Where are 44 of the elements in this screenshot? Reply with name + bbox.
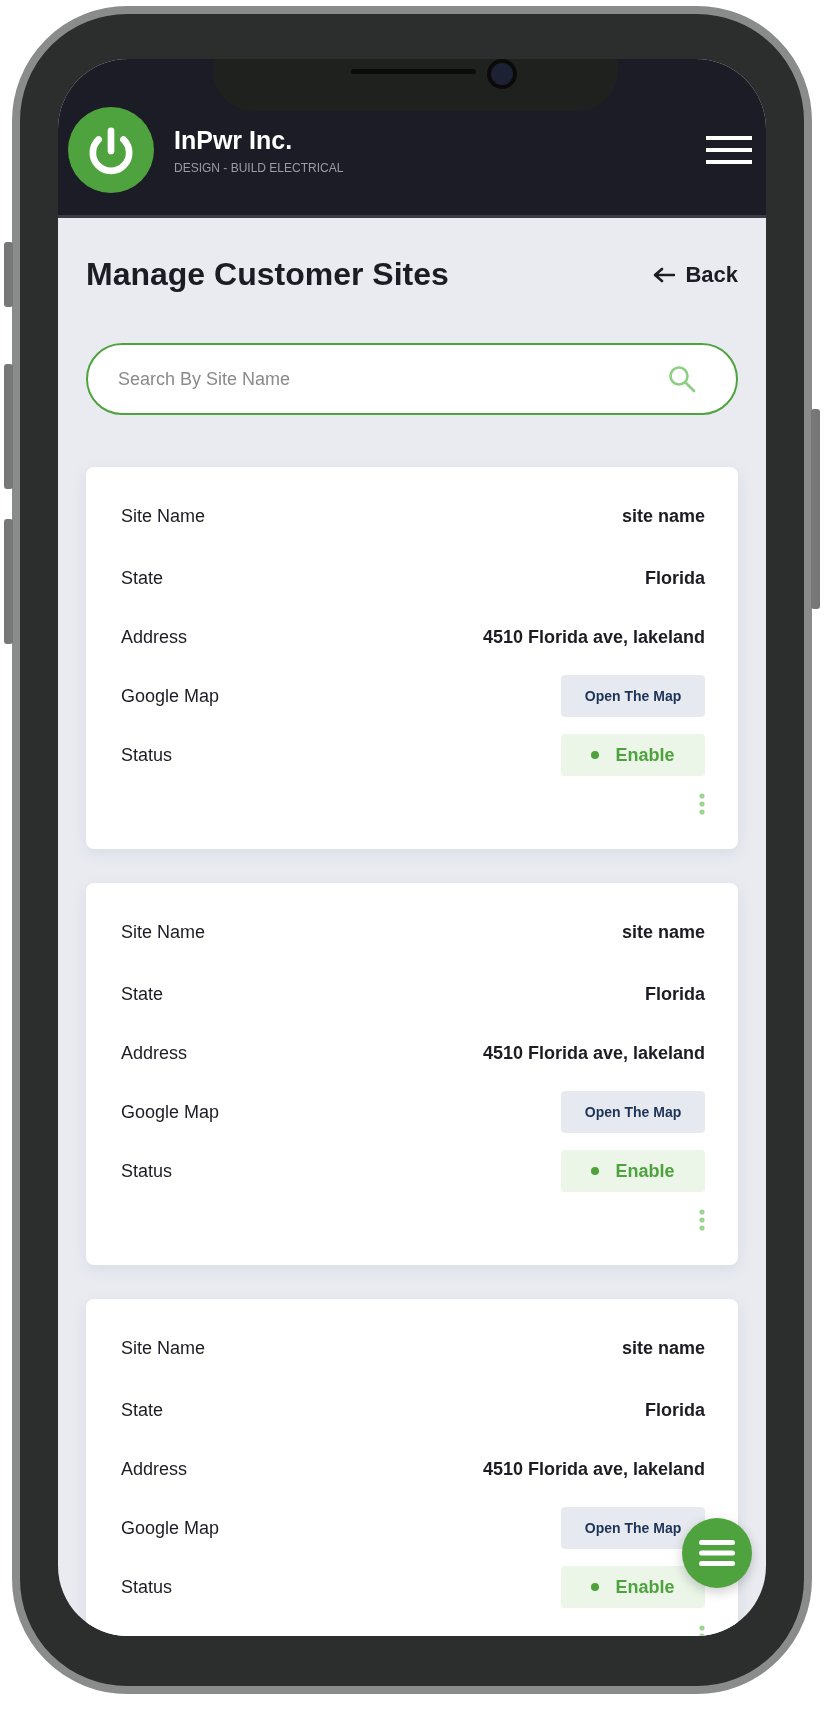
open-map-button[interactable]: Open The Map (561, 675, 705, 717)
field-label: Google Map (121, 1517, 220, 1539)
field-label: Address (121, 1042, 188, 1064)
arrow-left-icon (653, 266, 676, 283)
more-icon[interactable] (699, 793, 705, 815)
open-map-button[interactable]: Open The Map (561, 1507, 705, 1549)
field-value: site name (621, 921, 705, 943)
search-icon (668, 365, 696, 393)
field-value: site name (621, 505, 705, 527)
status-badge: Enable (561, 1566, 705, 1608)
field-label: Status (121, 1160, 173, 1182)
power-icon (68, 107, 154, 193)
field-label: Google Map (121, 685, 220, 707)
page-title: Manage Customer Sites (86, 256, 449, 293)
field-value: Florida (645, 983, 705, 1005)
field-label: Status (121, 1576, 173, 1598)
menu-icon (699, 1540, 735, 1566)
field-label: State (121, 983, 164, 1005)
search-input[interactable]: Search By Site Name (116, 367, 668, 391)
back-button[interactable]: Back (653, 261, 738, 288)
field-label: State (121, 1399, 164, 1421)
field-label: Site Name (121, 921, 206, 943)
field-value: Florida (645, 1399, 705, 1421)
field-label: State (121, 567, 164, 589)
field-value: site name (621, 1337, 705, 1359)
field-label: Google Map (121, 1101, 220, 1123)
field-value: 4510 Florida ave, lakeland (482, 1458, 705, 1480)
search-field[interactable]: Search By Site Name (86, 343, 738, 415)
field-label: Status (121, 744, 173, 766)
company-name: InPwr Inc. (174, 125, 294, 155)
field-value: Florida (645, 567, 705, 589)
camera-icon (487, 59, 517, 89)
status-badge: Enable (561, 734, 705, 776)
field-label: Address (121, 626, 188, 648)
field-value: 4510 Florida ave, lakeland (482, 626, 705, 648)
menu-icon[interactable] (706, 136, 752, 164)
open-map-button[interactable]: Open The Map (561, 1091, 705, 1133)
field-label: Site Name (121, 505, 206, 527)
field-label: Address (121, 1458, 188, 1480)
field-label: Site Name (121, 1337, 206, 1359)
more-icon[interactable] (699, 1209, 705, 1231)
status-badge: Enable (561, 1150, 705, 1192)
field-value: 4510 Florida ave, lakeland (482, 1042, 705, 1064)
company-tagline: DESIGN - BUILD ELECTRICAL (174, 160, 345, 175)
